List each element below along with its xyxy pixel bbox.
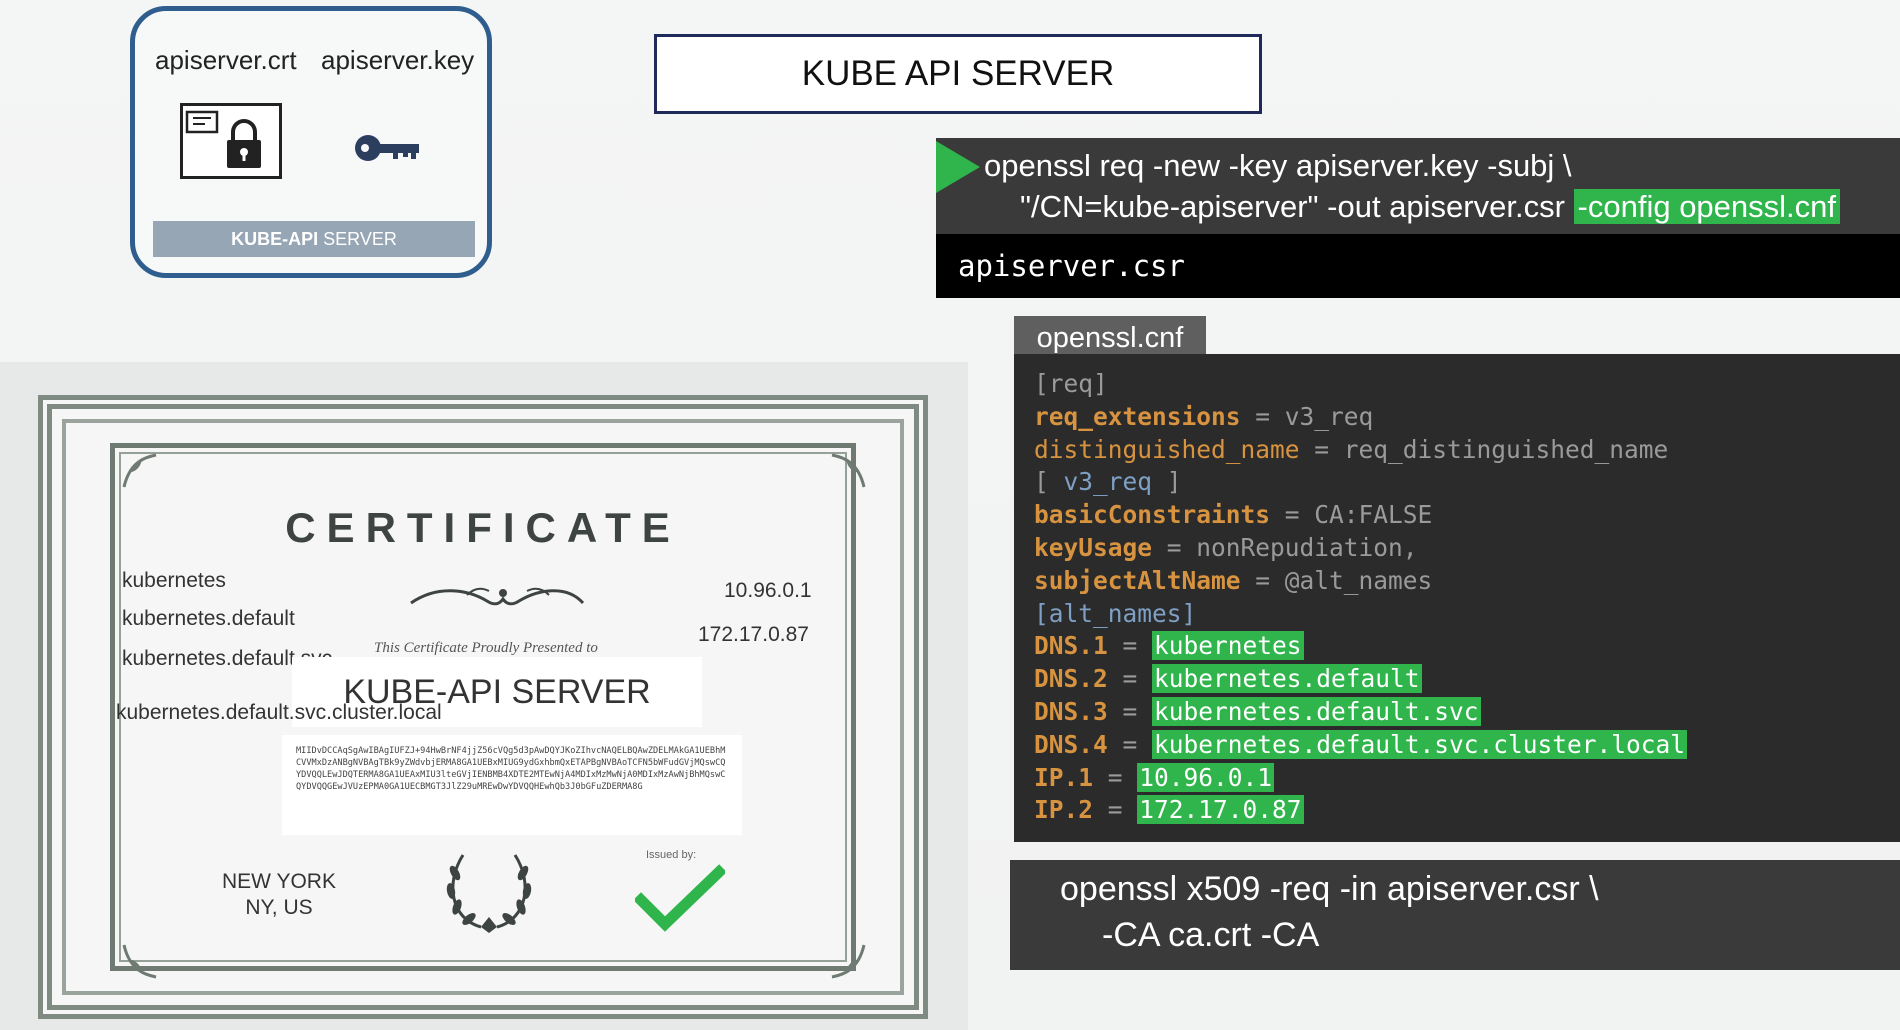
cnf-line-ip1: IP.1 = 10.96.0.1 — [1034, 762, 1900, 795]
cert-ip-2: 172.17.0.87 — [698, 623, 809, 646]
key-icon — [353, 131, 423, 170]
cnf-key: subjectAltName — [1034, 565, 1241, 595]
cnf-line-req: [req] — [1034, 369, 1108, 398]
footer-bold: KUBE-API — [231, 229, 319, 249]
cnf-line-distinguished-name: distinguished_name = req_distinguished_n… — [1034, 434, 1900, 467]
cnf-line-basic-constraints: basicConstraints = CA:FALSE — [1034, 499, 1900, 532]
cert-ip-1: 10.96.0.1 — [724, 579, 812, 602]
card-footer: KUBE-API SERVER — [153, 221, 475, 257]
cert-name-1: kubernetes — [122, 569, 226, 592]
cnf-line-req-extensions: req_extensions = v3_req — [1034, 401, 1900, 434]
corner-ornament-icon — [122, 944, 157, 979]
issued-by-label: Issued by: — [646, 849, 697, 861]
cnf-value: v3_req — [1284, 401, 1374, 431]
cnf-highlighted-value: 10.96.0.1 — [1137, 762, 1275, 792]
cnf-line-key-usage: keyUsage = nonRepudiation, — [1034, 532, 1900, 565]
cert-file-label: apiserver.crt — [155, 45, 297, 75]
cnf-eq: = — [1240, 565, 1285, 595]
cnf-line-alt-names: [alt_names] — [1034, 598, 1197, 628]
config-flag-highlight: -config openssl.cnf — [1573, 189, 1841, 224]
cnf-line-dns1: DNS.1 = kubernetes — [1034, 630, 1900, 663]
cnf-line-ip2: IP.2 = 172.17.0.87 — [1034, 794, 1900, 827]
cnf-highlighted-value: kubernetes.default.svc — [1152, 696, 1481, 726]
cnf-key: distinguished_name — [1034, 434, 1300, 464]
cnf-line-dns2: DNS.2 = kubernetes.default — [1034, 663, 1900, 696]
openssl-cnf-editor: [req] req_extensions = v3_req distinguis… — [1014, 354, 1900, 842]
cnf-key: IP.2 — [1034, 795, 1094, 825]
city-line-2: NY, US — [245, 896, 313, 919]
x509-command-block: openssl x509 -req -in apiserver.csr \ -C… — [1010, 860, 1900, 970]
cnf-eq: = — [1152, 532, 1197, 562]
cnf-bracket-open: [ — [1034, 467, 1064, 497]
cnf-highlighted-value: kubernetes — [1152, 631, 1304, 661]
cnf-key: req_extensions — [1034, 401, 1241, 431]
laurel-wreath-icon — [446, 854, 532, 933]
corner-ornament-icon — [831, 944, 866, 979]
cnf-eq: = — [1240, 401, 1285, 431]
cnf-key: basicConstraints — [1034, 500, 1271, 530]
key-file-label: apiserver.key — [321, 45, 475, 75]
certificate-location: NEW YORK NY, US — [222, 869, 336, 921]
cnf-eq: = — [1093, 795, 1138, 825]
cnf-line-dns4: DNS.4 = kubernetes.default.svc.cluster.l… — [1034, 729, 1900, 762]
cnf-value: nonRepudiation, — [1196, 532, 1418, 562]
footer-rest: SERVER — [318, 229, 397, 249]
cnf-key: DNS.1 — [1034, 631, 1108, 661]
cnf-eq: = — [1107, 729, 1153, 759]
x509-command-line2: -CA ca.crt -CA — [1102, 916, 1320, 954]
tab-openssl-cnf[interactable]: openssl.cnf — [1014, 316, 1206, 356]
city-line-1: NEW YORK — [222, 870, 336, 893]
x509-command-line1: openssl x509 -req -in apiserver.csr \ — [1060, 870, 1599, 908]
certificate-heading: CERTIFICATE — [285, 504, 681, 551]
checkmark-icon — [635, 864, 725, 932]
csr-output: apiserver.csr — [936, 234, 1900, 298]
cnf-eq: = — [1107, 631, 1153, 661]
cert-name-2: kubernetes.default — [122, 607, 295, 630]
cnf-eq: = — [1093, 762, 1138, 792]
cnf-key: IP.1 — [1034, 762, 1094, 792]
cnf-key: DNS.2 — [1034, 664, 1108, 694]
cnf-line-dns3: DNS.3 = kubernetes.default.svc — [1034, 696, 1900, 729]
cnf-value: req_distinguished_name — [1343, 434, 1669, 464]
csr-command-line1: openssl req -new -key apiserver.key -sub… — [984, 148, 1572, 183]
flourish-ornament-icon — [410, 587, 585, 606]
cnf-line-subject-alt-name: subjectAltName = @alt_names — [1034, 565, 1900, 598]
certificate: CERTIFICATE kubernetes kubernetes.defaul… — [38, 395, 928, 1019]
keypair-card: apiserver.crt apiserver.key KUBE-API SER… — [130, 6, 492, 278]
csr-command-line2-text: "/CN=kube-apiserver" -out apiserver.csr — [1020, 189, 1574, 224]
cnf-value: CA:FALSE — [1314, 500, 1433, 530]
cnf-key: DNS.4 — [1034, 729, 1108, 759]
play-icon — [936, 141, 980, 193]
cnf-highlighted-value: 172.17.0.87 — [1137, 795, 1304, 825]
corner-ornament-icon — [122, 453, 157, 488]
cnf-key: DNS.3 — [1034, 696, 1108, 726]
presented-to-text: This Certificate Proudly Presented to — [374, 640, 598, 656]
csr-command-line2: "/CN=kube-apiserver" -out apiserver.csr … — [1020, 189, 1841, 225]
cnf-eq: = — [1107, 664, 1153, 694]
cnf-highlighted-value: kubernetes.default — [1152, 664, 1422, 694]
cnf-section-name: v3_req — [1063, 467, 1153, 497]
page-title: KUBE API SERVER — [654, 34, 1262, 114]
corner-ornament-icon — [831, 453, 866, 488]
cnf-eq: = — [1299, 434, 1344, 464]
cert-name-4: kubernetes.default.svc.cluster.local — [116, 701, 442, 724]
certificate-lock-icon — [180, 103, 282, 179]
cnf-value: @alt_names — [1284, 565, 1433, 595]
cnf-eq: = — [1107, 696, 1153, 726]
cnf-line-v3-req: [ v3_req ] — [1034, 466, 1900, 499]
cnf-eq: = — [1270, 500, 1315, 530]
certificate-encoded-data: MIIDvDCCAqSgAwIBAgIUFZJ+94HwBrNF4jjZ56cV… — [282, 735, 742, 835]
cnf-key: keyUsage — [1034, 532, 1153, 562]
csr-command-block: openssl req -new -key apiserver.key -sub… — [936, 138, 1900, 234]
cnf-bracket-close: ] — [1152, 467, 1182, 497]
cnf-highlighted-value: kubernetes.default.svc.cluster.local — [1152, 729, 1688, 759]
